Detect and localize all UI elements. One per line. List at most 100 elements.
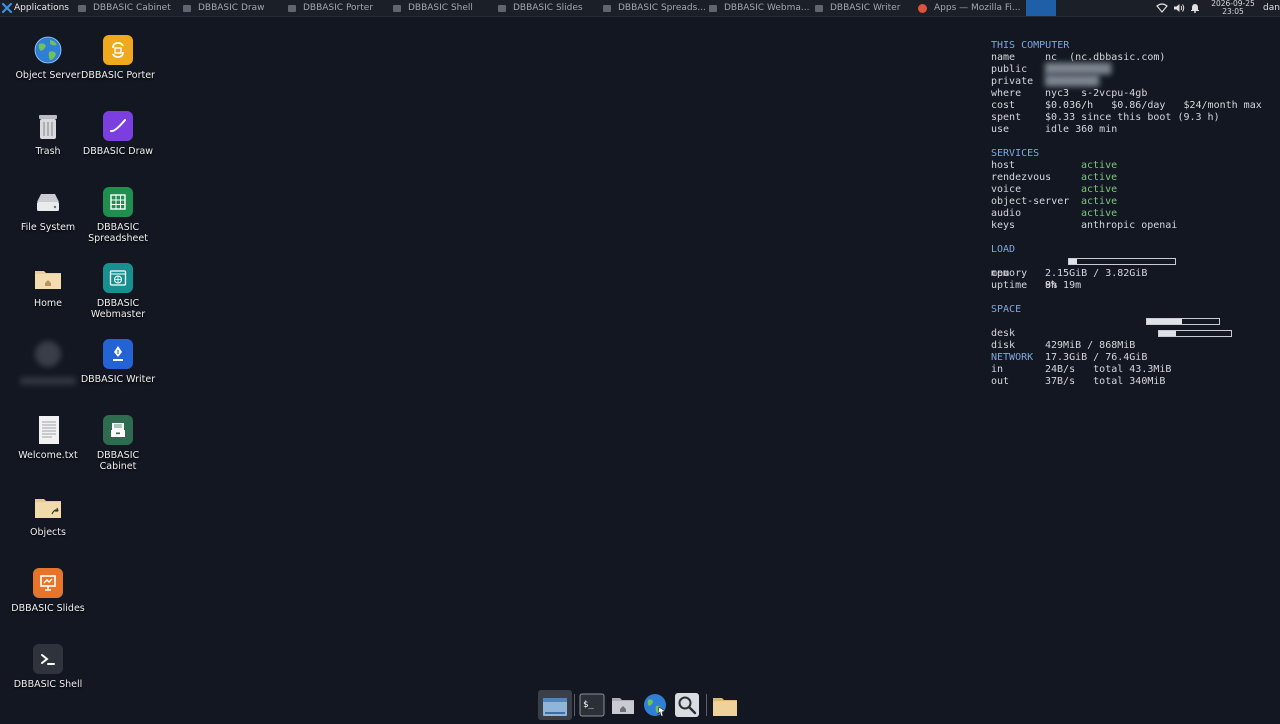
task-dbbasic-shell[interactable]: DBBASIC Shell — [393, 1, 493, 15]
dock-home-folder[interactable] — [610, 692, 636, 718]
task-dbbasic-draw[interactable]: DBBASIC Draw — [183, 1, 283, 15]
desktop-icon-objects[interactable]: Objects — [10, 491, 86, 538]
memory-key: memory — [991, 268, 1028, 279]
writer-app-icon — [103, 339, 133, 369]
task-label: DBBASIC Spreads... — [618, 3, 705, 13]
desktop-icon-dbbasic-webmaster[interactable]: DBBASIC Webmaster — [80, 262, 156, 320]
window-list-icon — [543, 698, 567, 716]
desktop-icon-dbbasic-slides[interactable]: DBBASIC Slides — [10, 567, 86, 614]
service-name: object-server — [991, 196, 1070, 207]
dock-file-manager[interactable] — [711, 692, 737, 718]
top-panel: Applications DBBASIC Cabinet DBBASIC Dra… — [0, 0, 1280, 17]
search-icon — [675, 693, 699, 717]
desktop-icon-dbbasic-writer[interactable]: DBBASIC Writer — [80, 338, 156, 385]
desktop-icon-trash[interactable]: Trash — [10, 110, 86, 157]
name-value: nc (nc.dbbasic.com) — [1045, 52, 1166, 63]
cost-value: $0.036/h $0.86/day $24/month max — [1045, 100, 1262, 111]
task-dbbasic-spreadsheet[interactable]: DBBASIC Spreads... — [603, 1, 705, 15]
dock-web-browser[interactable] — [642, 692, 668, 718]
window-icon — [603, 4, 611, 12]
firefox-icon — [918, 3, 927, 13]
task-label: DBBASIC Webma... — [724, 3, 810, 13]
service-name: host — [991, 160, 1016, 171]
memory-value: 2.15GiB / 3.82GiB — [1045, 268, 1148, 279]
workspace-indicator[interactable] — [1026, 0, 1056, 16]
xfce-logo-icon — [2, 3, 12, 13]
task-firefox[interactable]: Apps — Mozilla Fi... — [918, 1, 1024, 15]
uptime-value: 9h 19m — [1045, 280, 1082, 291]
text-file-icon — [39, 416, 59, 444]
service-name: rendezvous — [991, 172, 1052, 183]
task-dbbasic-slides[interactable]: DBBASIC Slides — [498, 1, 598, 15]
desktop-icon-label: DBBASIC Shell — [13, 679, 83, 690]
desktop-icon-label: Objects — [30, 527, 66, 538]
draw-app-icon — [103, 111, 133, 141]
user-menu[interactable]: dan — [1263, 0, 1280, 16]
uptime-key: uptime — [991, 280, 1028, 291]
desktop-icon-label: Trash — [35, 146, 61, 157]
task-dbbasic-webmaster[interactable]: DBBASIC Webma... — [709, 1, 811, 15]
service-row: host active — [991, 160, 1276, 172]
desktop-icon-home[interactable]: Home — [10, 262, 86, 309]
applications-menu[interactable]: Applications — [2, 0, 69, 16]
private-key: private — [991, 76, 1034, 87]
desktop-icon-label: File System — [20, 222, 76, 233]
redacted-icon — [35, 341, 61, 367]
window-icon — [393, 4, 401, 12]
webmaster-app-icon — [103, 263, 133, 293]
section-header-load: LOAD — [991, 244, 1016, 255]
system-monitor-panel: THIS COMPUTER name nc (nc.dbbasic.com) pu… — [991, 40, 1276, 388]
desktop-icon-label: Object Server — [15, 70, 81, 81]
cpu-usage-bar — [1068, 258, 1176, 265]
applications-label: Applications — [14, 3, 69, 13]
task-label: DBBASIC Writer — [830, 3, 901, 13]
file-manager-icon — [713, 698, 737, 716]
clock[interactable]: 2026-09-25 23:05 — [1208, 0, 1258, 16]
dock-separator — [706, 694, 707, 716]
desktop-icon-dbbasic-draw[interactable]: DBBASIC Draw — [80, 110, 156, 157]
window-icon — [78, 4, 86, 12]
desktop-icon-dbbasic-porter[interactable]: DBBASIC Porter — [80, 34, 156, 81]
cabinet-app-icon — [103, 415, 133, 445]
desktop-icon-object-server[interactable]: Object Server — [10, 34, 86, 81]
desktop-icon-label: Welcome.txt — [18, 450, 78, 461]
dock-show-desktop[interactable] — [538, 690, 572, 720]
where-value: nyc3 s-2vcpu-4gb — [1045, 88, 1148, 99]
desktop-icon-file-system[interactable]: File System — [10, 186, 86, 233]
notification-bell-icon[interactable] — [1190, 3, 1200, 13]
desktop-icon-label: DBBASIC Webmaster — [90, 298, 146, 320]
task-label: DBBASIC Slides — [513, 3, 583, 13]
desktop-icon-redacted[interactable] — [10, 338, 86, 385]
service-status: active — [1081, 160, 1118, 171]
svg-text:$_: $_ — [583, 700, 594, 710]
service-row: object-server active — [991, 196, 1276, 208]
disk-usage-bar — [1158, 330, 1232, 337]
system-tray — [1156, 0, 1200, 16]
dock-search[interactable] — [674, 692, 700, 718]
desktop-icon-label: DBBASIC Porter — [81, 70, 155, 81]
task-dbbasic-porter[interactable]: DBBASIC Porter — [288, 1, 388, 15]
net-out-key: out — [991, 376, 1010, 387]
desktop-icon-dbbasic-cabinet[interactable]: DBBASIC Cabinet — [80, 414, 156, 472]
section-header-space: SPACE — [991, 304, 1022, 315]
service-row: rendezvous active — [991, 172, 1276, 184]
volume-icon[interactable] — [1173, 3, 1185, 13]
task-label: DBBASIC Porter — [303, 3, 374, 13]
desktop-icon-label: Home — [33, 298, 63, 309]
service-name: voice — [991, 184, 1022, 195]
service-status: active — [1081, 208, 1118, 219]
service-status: active — [1081, 184, 1118, 195]
service-row: audio active — [991, 208, 1276, 220]
net-in-key: in — [991, 364, 1004, 375]
desktop-icon-dbbasic-spreadsheet[interactable]: DBBASIC Spreadsheet — [80, 186, 156, 244]
task-dbbasic-writer[interactable]: DBBASIC Writer — [815, 1, 915, 15]
task-dbbasic-cabinet[interactable]: DBBASIC Cabinet — [78, 1, 178, 15]
cost-key: cost — [991, 100, 1016, 111]
dock-terminal[interactable]: $_ — [579, 692, 605, 718]
wifi-icon[interactable] — [1156, 3, 1168, 13]
desktop-icon-dbbasic-shell[interactable]: DBBASIC Shell — [10, 643, 86, 690]
task-label: DBBASIC Draw — [198, 3, 265, 13]
desktop-icon-welcome-txt[interactable]: Welcome.txt — [10, 414, 86, 461]
globe-icon — [34, 36, 62, 64]
service-status: active — [1081, 172, 1118, 183]
